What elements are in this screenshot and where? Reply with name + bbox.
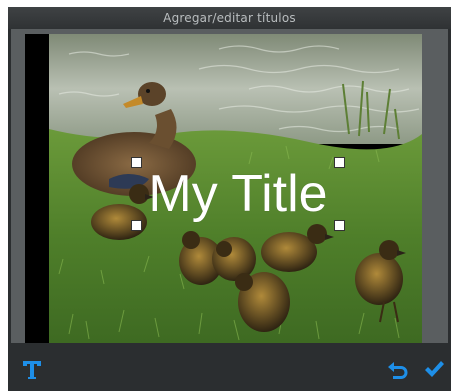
resize-handle-bottom-right[interactable]	[334, 220, 345, 231]
bottom-toolbar	[8, 344, 451, 391]
resize-handle-top-right[interactable]	[334, 157, 345, 168]
photo-frame: My Title	[25, 34, 422, 343]
resize-handle-top-left[interactable]	[131, 157, 142, 168]
title-text-box[interactable]: My Title	[131, 157, 345, 231]
checkmark-icon	[425, 361, 444, 377]
window-title: Agregar/editar títulos	[8, 7, 451, 29]
text-tool-icon	[23, 361, 41, 379]
preview-stage: My Title	[11, 29, 448, 343]
photo-ducks: My Title	[49, 34, 422, 343]
undo-button[interactable]	[386, 357, 410, 381]
title-editor-dialog: Agregar/editar títulos My Title	[8, 7, 451, 391]
resize-handle-bottom-left[interactable]	[131, 220, 142, 231]
confirm-button[interactable]	[422, 357, 446, 381]
title-text[interactable]: My Title	[138, 164, 338, 224]
text-tool-button[interactable]	[20, 357, 44, 381]
undo-icon	[388, 362, 408, 379]
